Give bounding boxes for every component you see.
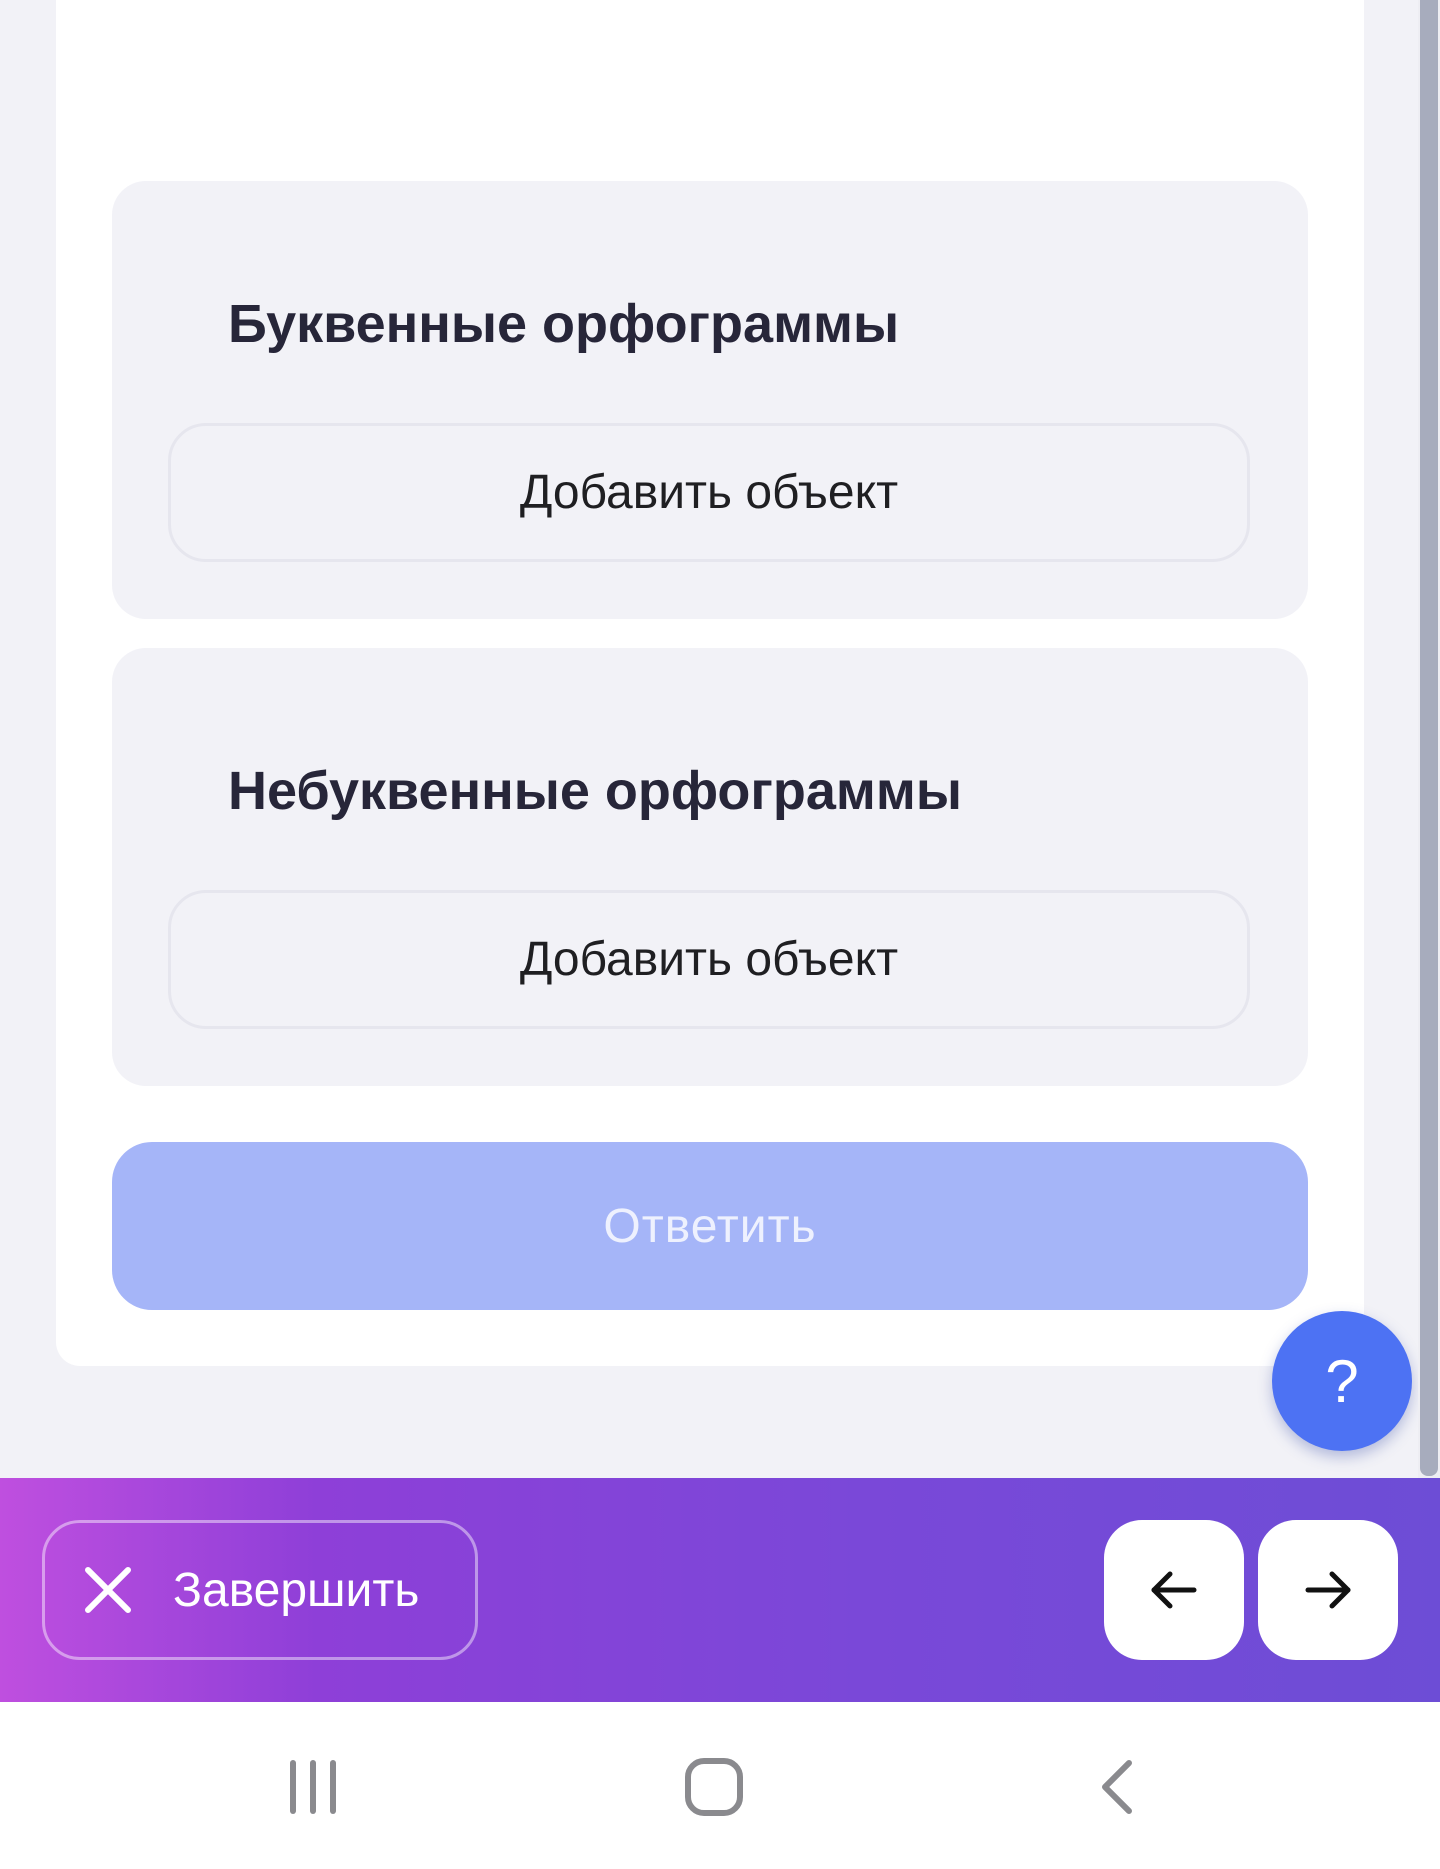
answer-button[interactable]: Ответить — [112, 1142, 1308, 1310]
system-navigation-bar — [0, 1702, 1440, 1869]
arrow-right-icon — [1305, 1571, 1351, 1609]
help-button[interactable]: ? — [1272, 1311, 1412, 1451]
help-button-label: ? — [1325, 1347, 1359, 1415]
recent-apps-icon — [290, 1760, 336, 1814]
back-icon — [1102, 1760, 1132, 1814]
add-object-button[interactable]: Добавить объект — [168, 890, 1250, 1029]
scrollbar-thumb[interactable] — [1420, 0, 1438, 1476]
recent-apps-button[interactable] — [268, 1752, 358, 1822]
finish-button[interactable]: Завершить — [42, 1520, 478, 1660]
add-object-button[interactable]: Добавить объект — [168, 423, 1250, 562]
category-nonletter-orthograms: Небуквенные орфограммы Добавить объект — [112, 648, 1308, 1086]
back-button[interactable] — [1072, 1752, 1162, 1822]
home-button[interactable] — [669, 1752, 759, 1822]
arrow-left-icon — [1151, 1571, 1197, 1609]
category-letter-orthograms: Буквенные орфограммы Добавить объект — [112, 181, 1308, 619]
scrollbar[interactable] — [1418, 0, 1440, 1478]
finish-button-label: Завершить — [173, 1563, 420, 1617]
close-icon — [85, 1567, 131, 1613]
next-button[interactable] — [1258, 1520, 1398, 1660]
page: Буквенные орфограммы Добавить объект Неб… — [0, 0, 1440, 1869]
bottom-action-bar: Завершить — [0, 1478, 1440, 1702]
category-title: Буквенные орфограммы — [228, 294, 900, 354]
category-title: Небуквенные орфограммы — [228, 761, 962, 821]
previous-button[interactable] — [1104, 1520, 1244, 1660]
home-icon — [685, 1758, 743, 1816]
